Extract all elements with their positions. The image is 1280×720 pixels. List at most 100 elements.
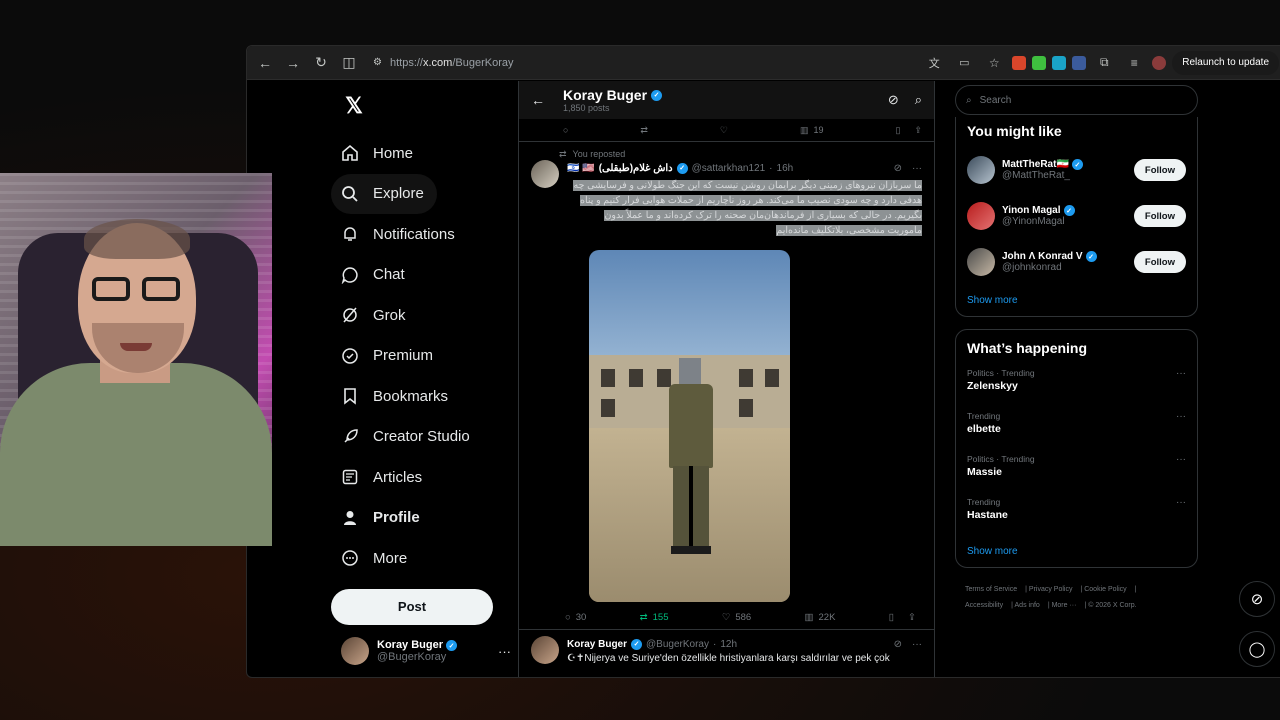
more-dots-icon[interactable]: ··· <box>912 163 922 174</box>
reading-list-icon[interactable]: ≡ <box>1122 51 1146 75</box>
back-arrow-icon[interactable]: ← <box>531 92 545 108</box>
back-arrow-icon[interactable]: ← <box>253 51 277 75</box>
tweet[interactable]: ⇄ You reposted 🇮🇱 🇺🇸 داش غلام(طبقلی) ✓ @s… <box>519 142 934 629</box>
share-icon[interactable]: ⇪ <box>908 612 916 623</box>
suggested-account[interactable]: Yinon Magal ✓ @YinonMagal Follow <box>967 193 1186 239</box>
reload-icon[interactable]: ↻ <box>309 51 333 75</box>
more-dots-icon[interactable]: ··· <box>498 644 511 659</box>
trend-item[interactable]: Trending elbette ··· <box>967 407 1186 450</box>
search-input[interactable]: ⌕ Search <box>955 85 1198 115</box>
author-name[interactable]: Koray Buger <box>567 639 627 650</box>
nav-item-chat[interactable]: Chat <box>331 255 518 296</box>
extension-red-icon[interactable] <box>1012 55 1027 70</box>
nav-item-explore[interactable]: Explore <box>331 173 437 214</box>
tweet-time[interactable]: 16h <box>777 163 794 174</box>
follow-button[interactable]: Follow <box>1133 205 1186 227</box>
split-view-icon[interactable]: ◫ <box>337 51 361 75</box>
account-text: John Λ Konrad V ✓ @johnkonrad <box>1002 251 1097 273</box>
footer-link[interactable]: Ads info <box>1015 602 1040 609</box>
trend-item[interactable]: Politics · Trending Zelenskyy ··· <box>967 364 1186 407</box>
reply-button[interactable]: ○ 30 <box>565 612 586 623</box>
extension-pin-icon[interactable] <box>1072 55 1087 70</box>
more-dots-icon[interactable]: ··· <box>1176 411 1186 450</box>
like-button[interactable]: ♡ 586 <box>722 612 751 623</box>
nav-item-creator-studio[interactable]: Creator Studio <box>331 417 518 458</box>
search-icon: ⌕ <box>966 94 972 106</box>
nav-item-profile[interactable]: Profile <box>331 498 518 539</box>
author-name[interactable]: داش غلام(طبقلی) <box>599 163 673 174</box>
post-button[interactable]: Post <box>331 588 493 625</box>
cast-icon[interactable]: ▭ <box>952 51 976 75</box>
tweet[interactable]: Koray Buger ✓ @BugerKoray · 12h ⊘ ··· ☪✝N… <box>519 630 934 672</box>
repost-icon[interactable]: ⇄ <box>640 125 648 136</box>
author-handle[interactable]: @BugerKoray <box>646 639 709 650</box>
search-icon[interactable]: ⌕ <box>915 92 922 108</box>
views-button[interactable]: ▥ 22K <box>805 612 836 623</box>
account-handle: @YinonMagal <box>1002 216 1065 227</box>
site-info-icon[interactable]: ⚙ <box>373 57 382 68</box>
grok-icon[interactable]: ⊘ <box>894 163 902 174</box>
tweet-time[interactable]: 12h <box>720 639 737 650</box>
grok-icon: ⊘ <box>1250 591 1264 608</box>
address-bar[interactable]: ⚙ https://x.com/BugerKoray <box>365 51 915 75</box>
translate-icon[interactable]: 文 <box>922 51 946 75</box>
more-dots-icon[interactable]: ··· <box>1176 368 1186 407</box>
bell-icon <box>341 225 359 243</box>
trend-item[interactable]: Politics · Trending Massie ··· <box>967 450 1186 493</box>
star-icon[interactable]: ☆ <box>982 51 1006 75</box>
footer-link[interactable]: Privacy Policy <box>1029 586 1073 593</box>
nav-item-more[interactable]: More <box>331 538 518 579</box>
relaunch-button[interactable]: Relaunch to update <box>1172 50 1279 75</box>
nav-item-bookmarks[interactable]: Bookmarks <box>331 376 518 417</box>
messages-float-button[interactable]: ◯ <box>1239 631 1275 667</box>
verified-badge-icon: ✓ <box>1063 205 1075 216</box>
nav-item-articles[interactable]: Articles <box>331 457 518 498</box>
views-icon: ▥ <box>799 124 809 135</box>
nav-item-home[interactable]: Home <box>331 133 518 174</box>
avatar[interactable] <box>531 636 559 664</box>
share-icon[interactable]: ⇪ <box>914 125 922 136</box>
author-handle[interactable]: @sattarkhan121 <box>692 163 766 174</box>
grok-icon[interactable]: ⊘ <box>888 92 899 108</box>
suggested-account[interactable]: John Λ Konrad V ✓ @johnkonrad Follow <box>967 239 1186 285</box>
tweet-header-actions: ⊘ ··· <box>894 639 922 650</box>
repost-button[interactable]: ⇄ 155 <box>640 612 669 623</box>
more-dots-icon[interactable]: ··· <box>1176 497 1186 536</box>
like-icon[interactable]: ♡ <box>720 125 728 136</box>
footer-link[interactable]: More ··· <box>1052 602 1077 609</box>
account-switcher[interactable]: Koray Buger ✓ @BugerKoray ··· <box>341 637 511 665</box>
tweet-video[interactable] <box>589 250 790 602</box>
profile-avatar-icon[interactable] <box>1152 55 1167 70</box>
nav-item-grok[interactable]: Grok <box>331 295 518 336</box>
extension-green-icon[interactable] <box>1032 55 1047 70</box>
tweet-text-line: بگیریم. در حالی که بسیاری از فرماندهان‌م… <box>604 210 922 221</box>
reply-icon[interactable]: ○ <box>563 125 568 135</box>
footer-link[interactable]: Terms of Service <box>965 586 1017 593</box>
follow-button[interactable]: Follow <box>1133 159 1186 181</box>
views-stat[interactable]: ▥ 19 <box>800 125 824 136</box>
nav-label: Explore <box>373 185 424 203</box>
avatar[interactable] <box>531 160 559 188</box>
bookmark-icon[interactable]: ▯ <box>889 612 894 623</box>
x-logo-icon[interactable]: 𝕏 <box>337 89 371 123</box>
suggested-account[interactable]: MattTheRat🇮🇷 ✓ @MattTheRat_ Follow <box>967 147 1186 193</box>
nav-item-notifications[interactable]: Notifications <box>331 214 518 255</box>
more-dots-icon[interactable]: ··· <box>1176 454 1186 493</box>
footer-link[interactable]: Cookie Policy <box>1084 586 1126 593</box>
trend-item[interactable]: Trending Hastane ··· <box>967 493 1186 536</box>
follow-button[interactable]: Follow <box>1133 251 1186 273</box>
bookmark-icon[interactable]: ▯ <box>895 125 900 136</box>
extension-teal-icon[interactable] <box>1052 55 1067 70</box>
premium-icon <box>341 347 359 365</box>
puzzle-icon[interactable]: ⧉ <box>1092 51 1116 75</box>
more-dots-icon[interactable]: ··· <box>912 639 922 650</box>
grok-float-button[interactable]: ⊘ <box>1239 581 1275 617</box>
show-more-link[interactable]: Show more <box>967 285 1186 310</box>
nav-item-premium[interactable]: Premium <box>331 336 518 377</box>
footer-link[interactable]: Accessibility <box>965 602 1003 609</box>
show-more-link[interactable]: Show more <box>967 536 1186 561</box>
nav-label: More <box>373 549 408 567</box>
like-icon: ♡ <box>721 612 731 623</box>
forward-arrow-icon[interactable]: → <box>281 51 305 75</box>
grok-icon[interactable]: ⊘ <box>894 639 902 650</box>
